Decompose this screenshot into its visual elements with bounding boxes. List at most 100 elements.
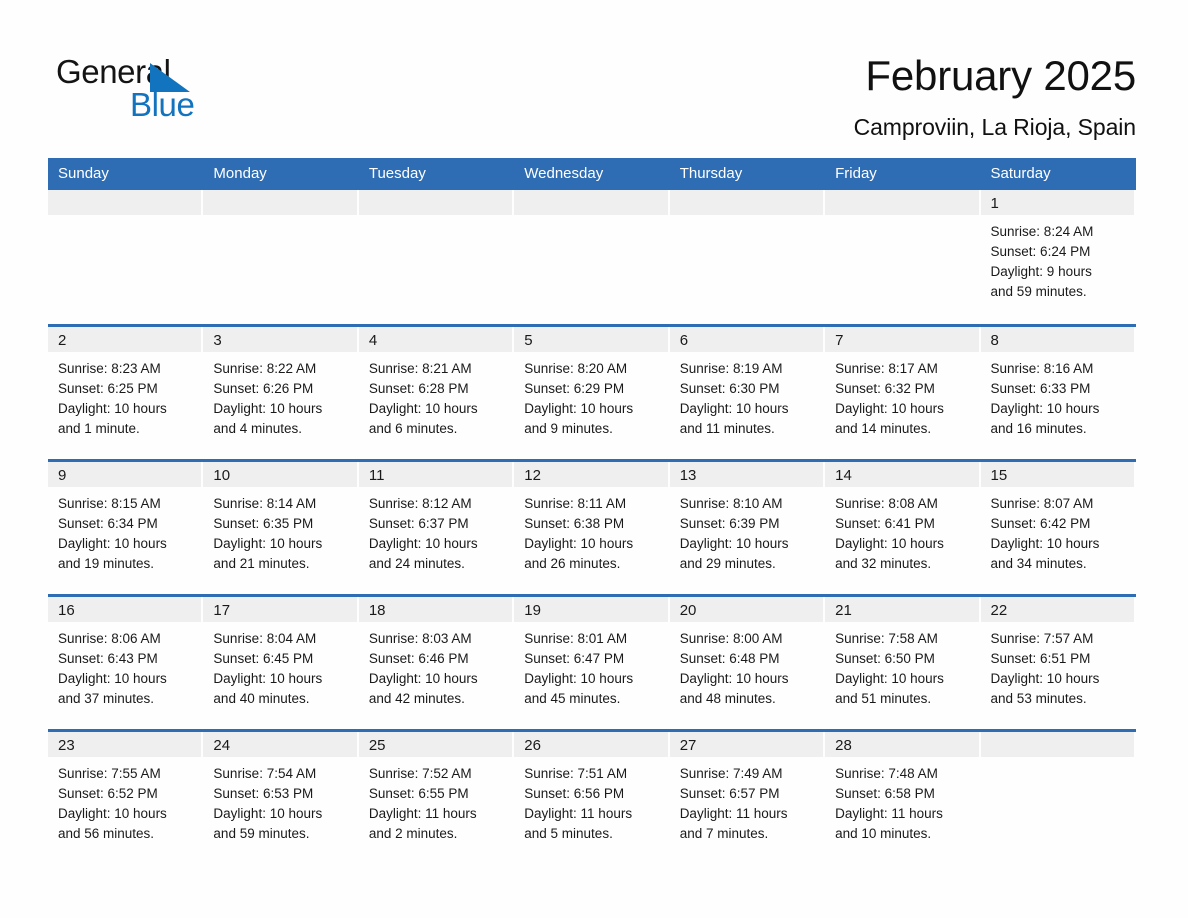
day-number: 4 xyxy=(358,326,513,352)
day-cell[interactable]: 24 Sunrise: 7:54 AM Sunset: 6:53 PM Dayligh… xyxy=(203,728,359,865)
day-number: 16 xyxy=(48,596,202,622)
day-number xyxy=(358,190,513,215)
day-details: Sunrise: 8:11 AM Sunset: 6:38 PM Daylight:… xyxy=(514,487,669,574)
calendar-week-row: 23 Sunrise: 7:55 AM Sunset: 6:52 PM Dayligh… xyxy=(48,728,1136,865)
day-detail-line: Sunrise: 8:01 AM xyxy=(524,630,628,646)
day-cell[interactable]: 28 Sunrise: 7:48 AM Sunset: 6:58 PM Dayligh… xyxy=(825,728,981,865)
day-detail-line: Sunrise: 7:49 AM xyxy=(679,765,783,781)
day-cell[interactable]: 23 Sunrise: 7:55 AM Sunset: 6:52 PM Dayligh… xyxy=(48,728,204,865)
day-cell[interactable]: 9 Sunrise: 8:15 AM Sunset: 6:34 PM Daylight… xyxy=(48,458,204,595)
day-detail-line: Sunrise: 8:00 AM xyxy=(679,630,783,646)
day-detail-line: and 2 minutes. xyxy=(368,825,458,841)
day-detail-line: Daylight: 11 hours xyxy=(368,805,477,821)
day-cell-empty xyxy=(980,728,1136,865)
day-detail-line: Sunset: 6:34 PM xyxy=(58,515,158,531)
day-cell[interactable]: 10 Sunrise: 8:14 AM Sunset: 6:35 PM Dayligh… xyxy=(203,458,359,595)
day-detail-line: Sunset: 6:37 PM xyxy=(368,515,469,531)
day-detail-line: Daylight: 10 hours xyxy=(368,670,478,686)
day-detail-line: and 9 minutes. xyxy=(524,420,613,436)
day-number: 27 xyxy=(669,731,824,757)
day-cell[interactable]: 12 Sunrise: 8:11 AM Sunset: 6:38 PM Dayligh… xyxy=(514,458,670,595)
day-detail-line: Sunset: 6:55 PM xyxy=(368,785,469,801)
day-number: 21 xyxy=(825,596,979,622)
day-detail-line: Sunset: 6:50 PM xyxy=(835,650,935,666)
location-subtitle: Camproviin, La Rioja, Spain xyxy=(853,114,1136,140)
day-detail-line: Daylight: 10 hours xyxy=(524,670,634,686)
day-cell[interactable]: 7 Sunrise: 8:17 AM Sunset: 6:32 PM Daylight… xyxy=(825,323,981,460)
day-detail-line: and 32 minutes. xyxy=(835,555,932,571)
day-cell[interactable]: 6 Sunrise: 8:19 AM Sunset: 6:30 PM Daylight… xyxy=(669,323,826,460)
day-detail-line: Sunrise: 8:10 AM xyxy=(679,495,783,511)
day-detail-line: Daylight: 10 hours xyxy=(990,535,1100,551)
day-detail-line: Sunset: 6:35 PM xyxy=(213,515,314,531)
day-cell[interactable]: 1 Sunrise: 8:24 AM Sunset: 6:24 PM Daylight… xyxy=(980,190,1136,325)
day-details: Sunrise: 8:04 AM Sunset: 6:45 PM Daylight:… xyxy=(203,622,358,709)
day-details xyxy=(359,215,514,222)
day-detail-line: Sunset: 6:47 PM xyxy=(524,650,625,666)
day-detail-line: and 16 minutes. xyxy=(990,420,1087,436)
day-cell[interactable]: 3 Sunrise: 8:22 AM Sunset: 6:26 PM Daylight… xyxy=(203,323,359,460)
day-cell[interactable]: 22 Sunrise: 7:57 AM Sunset: 6:51 PM Dayligh… xyxy=(980,593,1136,730)
day-cell[interactable]: 13 Sunrise: 8:10 AM Sunset: 6:39 PM Dayligh… xyxy=(669,458,826,595)
day-cell[interactable]: 16 Sunrise: 8:06 AM Sunset: 6:43 PM Dayligh… xyxy=(48,593,204,730)
day-detail-line: Daylight: 10 hours xyxy=(58,805,167,821)
day-detail-line: Sunrise: 8:15 AM xyxy=(58,495,161,511)
day-detail-line: and 56 minutes. xyxy=(58,825,155,841)
day-cell[interactable]: 27 Sunrise: 7:49 AM Sunset: 6:57 PM Dayligh… xyxy=(669,728,826,865)
day-number: 1 xyxy=(980,190,1134,215)
day-number: 12 xyxy=(514,461,668,487)
day-number: 26 xyxy=(514,731,668,757)
day-detail-line: Sunset: 6:48 PM xyxy=(679,650,780,666)
day-number xyxy=(980,731,1134,757)
day-cell[interactable]: 20 Sunrise: 8:00 AM Sunset: 6:48 PM Dayligh… xyxy=(669,593,826,730)
day-cell[interactable]: 11 Sunrise: 8:12 AM Sunset: 6:37 PM Dayligh… xyxy=(358,458,515,595)
day-details: Sunrise: 7:48 AM Sunset: 6:58 PM Daylight:… xyxy=(825,757,980,844)
day-cell[interactable]: 5 Sunrise: 8:20 AM Sunset: 6:29 PM Daylight… xyxy=(514,323,670,460)
day-detail-line: Daylight: 10 hours xyxy=(213,400,323,416)
day-detail-line: Daylight: 11 hours xyxy=(679,805,788,821)
day-number: 22 xyxy=(980,596,1134,622)
day-detail-line: and 37 minutes. xyxy=(58,690,155,706)
day-detail-line: Daylight: 10 hours xyxy=(835,400,944,416)
day-detail-line: Sunset: 6:26 PM xyxy=(213,380,314,396)
day-detail-line: Daylight: 10 hours xyxy=(213,670,323,686)
calendar-week-row: 9 Sunrise: 8:15 AM Sunset: 6:34 PM Daylight… xyxy=(48,458,1136,595)
day-detail-line: and 6 minutes. xyxy=(368,420,458,436)
day-details: Sunrise: 8:24 AM Sunset: 6:24 PM Daylight:… xyxy=(981,215,1136,302)
day-detail-line: Sunrise: 8:03 AM xyxy=(368,630,472,646)
day-cell[interactable]: 17 Sunrise: 8:04 AM Sunset: 6:45 PM Dayligh… xyxy=(203,593,359,730)
day-cell-empty xyxy=(203,190,359,325)
day-cell[interactable]: 4 Sunrise: 8:21 AM Sunset: 6:28 PM Daylight… xyxy=(358,323,515,460)
day-cell[interactable]: 19 Sunrise: 8:01 AM Sunset: 6:47 PM Dayligh… xyxy=(514,593,670,730)
calendar-week-row: 1 Sunrise: 8:24 AM Sunset: 6:24 PM Daylight… xyxy=(48,190,1136,325)
day-cell[interactable]: 21 Sunrise: 7:58 AM Sunset: 6:50 PM Dayligh… xyxy=(825,593,981,730)
day-detail-line: Daylight: 11 hours xyxy=(835,805,943,821)
day-detail-line: and 26 minutes. xyxy=(524,555,621,571)
page-title: February 2025 xyxy=(865,52,1136,99)
day-detail-line: and 1 minute. xyxy=(58,420,140,436)
title-block: February 2025 Camproviin, La Rioja, Spai… xyxy=(853,50,1137,144)
day-cell[interactable]: 2 Sunrise: 8:23 AM Sunset: 6:25 PM Daylight… xyxy=(48,323,204,460)
day-cell[interactable]: 18 Sunrise: 8:03 AM Sunset: 6:46 PM Dayligh… xyxy=(358,593,515,730)
day-detail-line: Daylight: 10 hours xyxy=(58,670,167,686)
day-details: Sunrise: 8:20 AM Sunset: 6:29 PM Daylight:… xyxy=(514,352,669,439)
calendar-week-row: 16 Sunrise: 8:06 AM Sunset: 6:43 PM Dayligh… xyxy=(48,593,1136,730)
day-detail-line: and 29 minutes. xyxy=(679,555,776,571)
day-number: 28 xyxy=(825,731,979,757)
day-cell[interactable]: 25 Sunrise: 7:52 AM Sunset: 6:55 PM Dayligh… xyxy=(358,728,515,865)
day-detail-line: Sunset: 6:33 PM xyxy=(990,380,1091,396)
day-details: Sunrise: 8:22 AM Sunset: 6:26 PM Daylight:… xyxy=(203,352,358,439)
day-cell[interactable]: 8 Sunrise: 8:16 AM Sunset: 6:33 PM Daylight… xyxy=(980,323,1136,460)
day-detail-line: Sunrise: 8:23 AM xyxy=(58,360,161,376)
day-cell[interactable]: 26 Sunrise: 7:51 AM Sunset: 6:56 PM Dayligh… xyxy=(514,728,670,865)
day-cell[interactable]: 14 Sunrise: 8:08 AM Sunset: 6:41 PM Dayligh… xyxy=(825,458,981,595)
day-detail-line: and 7 minutes. xyxy=(679,825,769,841)
general-blue-logo: General Blue xyxy=(56,52,256,128)
day-details: Sunrise: 8:15 AM Sunset: 6:34 PM Daylight:… xyxy=(48,487,203,574)
day-detail-line: Sunrise: 7:54 AM xyxy=(213,765,317,781)
day-number xyxy=(825,190,979,215)
day-cell[interactable]: 15 Sunrise: 8:07 AM Sunset: 6:42 PM Dayligh… xyxy=(980,458,1136,595)
day-detail-line: Daylight: 10 hours xyxy=(524,400,634,416)
day-number: 23 xyxy=(48,731,202,757)
day-detail-line: Daylight: 10 hours xyxy=(835,670,944,686)
